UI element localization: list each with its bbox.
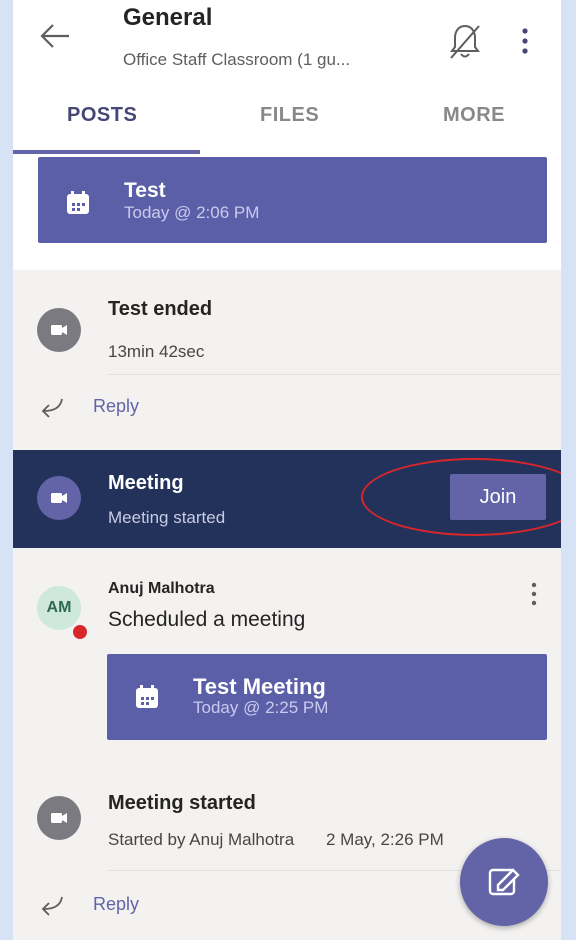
message-options-icon[interactable] xyxy=(527,580,541,610)
test-meeting-event-card[interactable]: Test Meeting Today @ 2:25 PM xyxy=(107,654,547,740)
call-duration: 13min 42sec xyxy=(108,342,205,361)
video-call-avatar xyxy=(37,796,81,840)
video-call-avatar xyxy=(37,308,81,352)
more-options-icon[interactable] xyxy=(513,22,537,62)
event-time: Today @ 2:06 PM xyxy=(124,203,260,222)
divider xyxy=(108,374,561,375)
reply-label: Reply xyxy=(93,894,140,914)
meeting-title: Meeting xyxy=(108,472,184,494)
video-camera-icon xyxy=(51,325,67,335)
reply-arrow-icon xyxy=(41,896,63,916)
new-conversation-button[interactable] xyxy=(460,838,548,926)
reply-arrow-icon xyxy=(41,398,63,418)
reply-button[interactable]: Reply xyxy=(13,378,561,438)
presence-busy-indicator xyxy=(71,623,89,641)
calendar-icon xyxy=(136,685,158,708)
compose-icon xyxy=(488,868,520,896)
post-card: Test Today @ 2:06 PM xyxy=(13,155,561,270)
back-arrow-icon[interactable] xyxy=(35,16,75,56)
meeting-started-by: Started by Anuj Malhotra xyxy=(108,830,295,849)
video-camera-icon xyxy=(51,493,67,503)
author-name[interactable]: Anuj Malhotra xyxy=(108,580,215,598)
meeting-started-time: 2 May, 2:26 PM xyxy=(326,830,444,849)
tab-files[interactable]: FILES xyxy=(260,104,319,127)
meeting-status: Meeting started xyxy=(108,508,226,527)
channel-title: General xyxy=(123,4,213,31)
join-meeting-button[interactable]: Join xyxy=(450,474,546,520)
teams-channel-screen: General Office Staff Classroom (1 gu... … xyxy=(13,0,561,940)
meeting-started-title: Meeting started xyxy=(108,792,256,814)
muted-bell-icon[interactable] xyxy=(449,22,481,62)
test-event-card[interactable]: Test Today @ 2:06 PM xyxy=(38,157,547,243)
event-title: Test xyxy=(124,179,166,202)
active-tab-indicator xyxy=(13,150,200,154)
meeting-avatar xyxy=(37,476,81,520)
post-text: Scheduled a meeting xyxy=(108,608,306,631)
calendar-icon xyxy=(67,191,89,214)
ongoing-meeting-bar: Meeting Meeting started Join xyxy=(13,450,561,548)
test-ended-title: Test ended xyxy=(108,298,213,320)
reply-label: Reply xyxy=(93,396,140,416)
event-time: Today @ 2:25 PM xyxy=(193,698,329,717)
team-name: Office Staff Classroom (1 gu... xyxy=(123,50,351,69)
tab-more[interactable]: MORE xyxy=(443,104,505,127)
channel-tabs: POSTS FILES MORE xyxy=(13,100,561,155)
channel-header: General Office Staff Classroom (1 gu... … xyxy=(13,0,561,156)
tab-posts[interactable]: POSTS xyxy=(67,104,137,127)
event-title: Test Meeting xyxy=(193,674,326,699)
video-camera-icon xyxy=(51,813,67,823)
test-ended-message: Test ended 13min 42sec Reply xyxy=(13,270,561,450)
